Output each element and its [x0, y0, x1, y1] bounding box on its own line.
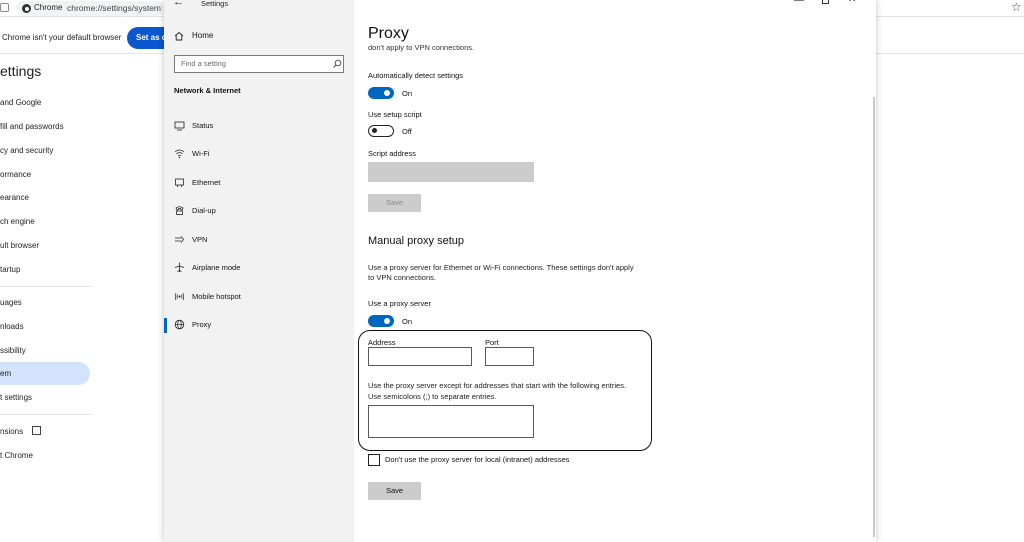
vpn-icon: [175, 236, 185, 243]
wifi-icon: [174, 149, 185, 159]
search-icon[interactable]: [332, 59, 342, 69]
settings-sidebar: ← Settings Home Find a setting Network &…: [164, 0, 354, 542]
section-heading: Network & Internet: [174, 86, 241, 95]
sidebar-item-label: Mobile hotspot: [192, 292, 241, 301]
sidebar-item-label: Airplane mode: [192, 263, 241, 272]
port-input[interactable]: [485, 347, 534, 366]
search-placeholder: Find a setting: [181, 59, 227, 68]
chrome-nav-reset-settings[interactable]: t settings: [0, 393, 32, 402]
close-button[interactable]: ✕: [848, 0, 856, 5]
exceptions-input[interactable]: [368, 405, 534, 438]
local-bypass-checkbox[interactable]: [368, 454, 380, 466]
sidebar-item-mobile-hotspot[interactable]: Mobile hotspot: [164, 289, 354, 307]
exceptions-description: Use the proxy server except for addresse…: [368, 381, 627, 401]
chrome-nav-active-highlight: [0, 362, 90, 385]
chrome-nav-appearance[interactable]: earance: [0, 193, 29, 202]
port-label: Port: [485, 338, 499, 347]
setup-script-toggle[interactable]: [368, 125, 394, 137]
airplane-icon: [174, 262, 185, 272]
chrome-nav-about-chrome[interactable]: t Chrome: [0, 451, 33, 460]
sidebar-item-proxy[interactable]: Proxy: [164, 317, 354, 335]
use-proxy-toggle[interactable]: [368, 315, 394, 327]
chrome-nav-you-and-google[interactable]: and Google: [0, 98, 41, 107]
address-input[interactable]: [368, 347, 472, 366]
use-proxy-label: Use a proxy server: [368, 299, 431, 308]
default-browser-notice: Chrome isn't your default browser: [2, 33, 122, 42]
auto-detect-state: On: [402, 89, 413, 98]
sidebar-item-label: VPN: [192, 235, 208, 244]
address-bar[interactable]: Chrome chrome://settings/system: [16, 1, 164, 16]
home-icon: [174, 31, 184, 41]
divider: [0, 286, 92, 287]
save-button[interactable]: Save: [368, 482, 421, 500]
search-input[interactable]: Find a setting: [174, 55, 344, 73]
divider: [0, 414, 92, 415]
minimize-button[interactable]: —: [794, 0, 804, 6]
back-arrow-icon[interactable]: ←: [173, 0, 184, 8]
address-label: Address: [368, 338, 396, 347]
chrome-nav-downloads[interactable]: nloads: [0, 322, 24, 331]
chrome-nav-on-startup[interactable]: tartup: [0, 265, 20, 274]
home-label: Home: [192, 31, 214, 40]
use-proxy-state: On: [402, 317, 413, 326]
tab-icon[interactable]: [0, 3, 9, 12]
sidebar-item-label: Proxy: [192, 320, 212, 329]
scrollbar[interactable]: [873, 97, 875, 537]
chrome-nav-accessibility[interactable]: ssibility: [0, 346, 26, 355]
chrome-nav-languages[interactable]: uages: [0, 298, 22, 307]
chrome-nav-extensions[interactable]: nsions: [0, 427, 23, 436]
url-text[interactable]: chrome://settings/system: [67, 3, 161, 13]
script-address-label: Script address: [368, 149, 416, 158]
manual-proxy-description: Use a proxy server for Ethernet or Wi-Fi…: [368, 263, 634, 282]
dialup-icon: [175, 206, 184, 215]
chrome-logo-icon: [22, 4, 31, 13]
sidebar-item-vpn[interactable]: VPN: [164, 232, 354, 250]
page-title: Proxy: [368, 25, 409, 42]
sidebar-item-status[interactable]: Status: [164, 118, 354, 136]
window-title: Settings: [201, 0, 229, 8]
script-address-input[interactable]: [368, 162, 534, 182]
setup-script-state: Off: [402, 127, 412, 136]
external-link-icon[interactable]: [32, 426, 41, 435]
sidebar-item-airplane-mode[interactable]: Airplane mode: [164, 260, 354, 278]
sidebar-item-dialup[interactable]: Dial-up: [164, 203, 354, 221]
sidebar-item-label: Ethernet: [192, 178, 221, 187]
sidebar-item-label: Status: [192, 121, 214, 130]
proxy-settings-page: — ✕ Proxy don't apply to VPN connections…: [354, 0, 876, 542]
auto-detect-toggle[interactable]: [368, 87, 394, 99]
chrome-nav-privacy[interactable]: cy and security: [0, 146, 53, 155]
chrome-nav-search-engine[interactable]: ch engine: [0, 217, 35, 226]
sidebar-item-ethernet[interactable]: Ethernet: [164, 175, 354, 193]
chrome-nav-performance[interactable]: ormance: [0, 170, 31, 179]
chrome-nav-autofill[interactable]: fill and passwords: [0, 122, 64, 131]
chrome-nav-system[interactable]: em: [0, 369, 11, 378]
local-bypass-label: Don't use the proxy server for local (in…: [385, 455, 570, 464]
bookmark-star-icon[interactable]: ☆: [1011, 0, 1022, 14]
auto-detect-label: Automatically detect settings: [368, 71, 464, 80]
settings-window: ← Settings Home Find a setting Network &…: [164, 0, 876, 542]
status-icon: [174, 121, 185, 131]
sidebar-item-label: Dial-up: [192, 206, 216, 215]
sidebar-item-wifi[interactable]: Wi-Fi: [164, 146, 354, 164]
chrome-label: Chrome: [34, 3, 63, 12]
script-save-button[interactable]: Save: [368, 194, 421, 212]
maximize-button[interactable]: [822, 0, 829, 4]
setup-script-label: Use setup script: [368, 110, 422, 119]
chrome-settings-title: ettings: [0, 63, 42, 79]
hotspot-icon: [174, 292, 185, 301]
manual-proxy-heading: Manual proxy setup: [368, 235, 464, 247]
chrome-nav-default-browser[interactable]: ult browser: [0, 241, 39, 250]
clipped-description: don't apply to VPN connections.: [368, 45, 475, 52]
sidebar-item-label: Wi-Fi: [192, 149, 210, 158]
ethernet-icon: [175, 178, 184, 187]
proxy-icon: [174, 319, 185, 330]
